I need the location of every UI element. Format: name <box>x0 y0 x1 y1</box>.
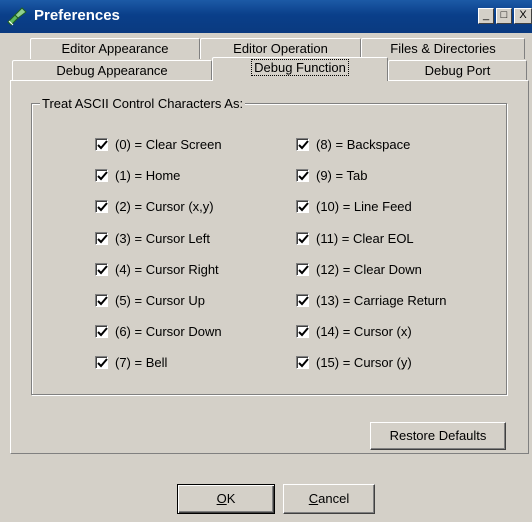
checkbox[interactable] <box>296 231 309 245</box>
checkbox-row[interactable]: (12) = Clear Down <box>296 261 422 277</box>
checkbox-row[interactable]: (0) = Clear Screen <box>95 136 222 152</box>
tab-editor-appearance[interactable]: Editor Appearance <box>30 38 200 59</box>
title-bar[interactable]: Preferences _ □ X <box>0 0 532 33</box>
checkbox-row[interactable]: (11) = Clear EOL <box>296 230 414 246</box>
cancel-mnemonic: C <box>308 491 319 506</box>
minimize-button[interactable]: _ <box>478 8 494 24</box>
ok-mnemonic: O <box>216 491 227 506</box>
window-title: Preferences <box>34 7 120 24</box>
close-button[interactable]: X <box>514 8 532 24</box>
checkbox-row[interactable]: (4) = Cursor Right <box>95 261 219 277</box>
checkbox-label: (13) = Carriage Return <box>316 292 447 308</box>
checkbox[interactable] <box>95 293 108 307</box>
tab-label: Editor Operation <box>233 41 328 56</box>
checkbox[interactable] <box>296 355 309 369</box>
restore-defaults-button[interactable]: Restore Defaults <box>370 422 506 450</box>
checkbox-row[interactable]: (7) = Bell <box>95 354 167 370</box>
checkbox-row[interactable]: (9) = Tab <box>296 167 367 183</box>
tab-label: Editor Appearance <box>61 41 169 56</box>
checkbox-label: (8) = Backspace <box>316 136 411 152</box>
tab-label: Debug Function <box>251 59 349 76</box>
tab-debug-function[interactable]: Debug Function <box>212 57 388 81</box>
checkbox-label: (14) = Cursor (x) <box>316 323 412 339</box>
tab-label: Debug Port <box>424 63 491 78</box>
checkbox-row[interactable]: (8) = Backspace <box>296 136 410 152</box>
checkbox-label: (12) = Clear Down <box>316 261 422 277</box>
group-label: Treat ASCII Control Characters As: <box>40 96 246 111</box>
checkbox[interactable] <box>296 293 309 307</box>
checkbox[interactable] <box>95 168 108 182</box>
tab-files-directories[interactable]: Files & Directories <box>361 38 525 59</box>
checkbox-row[interactable]: (2) = Cursor (x,y) <box>95 198 214 214</box>
checkbox-row[interactable]: (15) = Cursor (y) <box>296 354 412 370</box>
checkbox-row[interactable]: (3) = Cursor Left <box>95 230 210 246</box>
checkbox-label: (7) = Bell <box>115 354 168 370</box>
checkbox-label: (3) = Cursor Left <box>115 230 211 246</box>
ok-button[interactable]: OK <box>177 484 275 514</box>
maximize-button[interactable]: □ <box>496 8 512 24</box>
checkbox-label: (5) = Cursor Up <box>115 292 205 308</box>
checkbox[interactable] <box>95 262 108 276</box>
checkbox-label: (15) = Cursor (y) <box>316 354 412 370</box>
ok-label-rest: K <box>226 491 236 506</box>
checkbox-row[interactable]: (6) = Cursor Down <box>95 323 222 339</box>
checkbox[interactable] <box>95 324 108 338</box>
checkbox-label: (10) = Line Feed <box>316 198 412 214</box>
checkbox[interactable] <box>95 231 108 245</box>
checkbox[interactable] <box>296 262 309 276</box>
checkbox[interactable] <box>296 199 309 213</box>
app-icon <box>6 6 28 28</box>
cancel-label-rest: ancel <box>318 491 350 506</box>
checkbox-label: (11) = Clear EOL <box>316 230 414 246</box>
checkbox-label: (4) = Cursor Right <box>115 261 219 277</box>
tab-debug-appearance[interactable]: Debug Appearance <box>12 60 212 81</box>
checkbox-row[interactable]: (10) = Line Feed <box>296 198 412 214</box>
checkbox-row[interactable]: (1) = Home <box>95 167 180 183</box>
checkbox[interactable] <box>296 137 309 151</box>
cancel-button[interactable]: Cancel <box>283 484 375 514</box>
checkbox-label: (2) = Cursor (x,y) <box>115 198 214 214</box>
checkbox-label: (0) = Clear Screen <box>115 136 222 152</box>
checkbox[interactable] <box>95 199 108 213</box>
preferences-window: Preferences _ □ X Editor Appearance Edit… <box>0 0 532 522</box>
checkbox[interactable] <box>296 168 309 182</box>
checkbox-label: (9) = Tab <box>316 167 368 183</box>
checkbox[interactable] <box>95 355 108 369</box>
checkbox[interactable] <box>296 324 309 338</box>
tab-label: Files & Directories <box>390 41 496 56</box>
tab-label: Debug Appearance <box>56 63 168 78</box>
checkbox-label: (1) = Home <box>115 167 181 183</box>
checkbox-row[interactable]: (5) = Cursor Up <box>95 292 205 308</box>
checkbox-row[interactable]: (13) = Carriage Return <box>296 292 446 308</box>
tab-editor-operation[interactable]: Editor Operation <box>200 38 361 59</box>
checkbox-row[interactable]: (14) = Cursor (x) <box>296 323 412 339</box>
tab-debug-port[interactable]: Debug Port <box>388 60 527 81</box>
checkbox-label: (6) = Cursor Down <box>115 323 222 339</box>
checkbox[interactable] <box>95 137 108 151</box>
